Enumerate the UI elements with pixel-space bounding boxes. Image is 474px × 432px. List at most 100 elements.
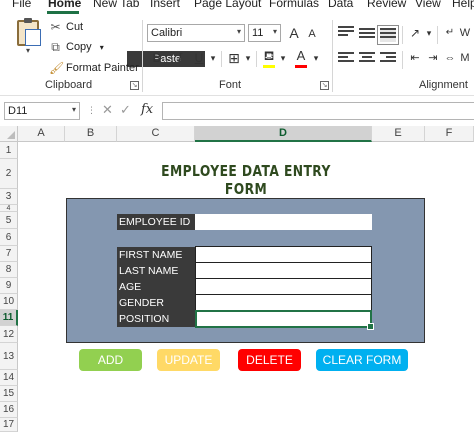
alignment-group-label: Alignment <box>419 79 468 91</box>
chevron-down-icon[interactable]: ▾ <box>278 49 288 67</box>
clear-form-button[interactable]: CLEAR FORM <box>316 349 408 371</box>
column-header-a[interactable]: A <box>18 126 65 142</box>
menu-file[interactable]: File <box>12 0 31 10</box>
menu-data[interactable]: Data <box>328 0 353 10</box>
row-header-1[interactable]: 1 <box>0 142 18 159</box>
align-top-icon[interactable] <box>338 26 354 40</box>
align-right-icon[interactable] <box>380 52 396 66</box>
age-field[interactable] <box>195 278 372 295</box>
row-header-7[interactable]: 7 <box>0 246 18 262</box>
wrap-text-label[interactable]: W <box>456 24 474 42</box>
menu-insert[interactable]: Insert <box>150 0 180 10</box>
clipboard-icon <box>17 18 41 46</box>
increase-indent-icon[interactable]: ⇥ <box>424 49 442 67</box>
row-header-6[interactable]: 6 <box>0 229 18 246</box>
copy-button[interactable]: ⧉ Copy ▾ <box>49 38 104 56</box>
grow-font-button[interactable]: A <box>285 24 303 42</box>
font-name-value: Calibri <box>151 27 183 39</box>
last-name-field[interactable] <box>195 262 372 279</box>
align-center-icon[interactable] <box>359 52 375 66</box>
row-header-10[interactable]: 10 <box>0 294 18 310</box>
enter-icon[interactable]: ✓ <box>120 102 131 118</box>
bold-button[interactable]: B <box>148 49 166 67</box>
font-name-select[interactable]: Calibri ▾ <box>147 24 245 42</box>
menu-bar: File Home New Tab Insert Page Layout For… <box>0 0 474 14</box>
row-header-16[interactable]: 16 <box>0 402 18 418</box>
row-header-15[interactable]: 15 <box>0 386 18 402</box>
delete-button[interactable]: DELETE <box>238 349 301 371</box>
font-color-button[interactable]: A <box>292 47 310 65</box>
row-header-4[interactable]: 4 <box>0 205 18 212</box>
gender-field[interactable] <box>195 294 372 311</box>
orientation-icon[interactable]: ↗ <box>406 24 424 42</box>
menu-formulas[interactable]: Formulas <box>269 0 319 10</box>
menu-review[interactable]: Review <box>367 0 406 10</box>
row-header-13[interactable]: 13 <box>0 343 18 370</box>
separator <box>402 51 403 69</box>
column-header-f[interactable]: F <box>425 126 474 142</box>
paste-button[interactable]: Paste ▾ <box>10 18 205 67</box>
group-separator <box>142 20 143 92</box>
update-button[interactable]: UPDATE <box>157 349 220 371</box>
name-box[interactable]: D11 ▾ <box>4 102 80 120</box>
dialog-launcher-icon[interactable]: ↘ <box>130 81 139 90</box>
align-bottom-icon[interactable] <box>377 25 399 45</box>
menu-page-layout[interactable]: Page Layout <box>194 0 261 10</box>
chevron-down-icon: ▾ <box>236 27 241 36</box>
chevron-down-icon[interactable]: ▾ <box>10 46 46 55</box>
row-header-11[interactable]: 11 <box>0 310 18 326</box>
first-name-label: FIRST NAME <box>117 247 195 263</box>
chevron-down-icon[interactable]: ▾ <box>424 24 434 42</box>
menu-home[interactable]: Home <box>48 0 81 10</box>
chevron-down-icon[interactable]: ▾ <box>100 43 104 52</box>
row-header-3[interactable]: 3 <box>0 189 18 205</box>
column-header-d[interactable]: D <box>195 126 372 142</box>
menu-new-tab[interactable]: New Tab <box>93 0 139 10</box>
italic-button[interactable]: I <box>171 49 189 67</box>
employee-id-field[interactable] <box>195 214 372 230</box>
age-label: AGE <box>117 279 195 295</box>
separator <box>437 26 438 44</box>
chevron-down-icon[interactable]: ▾ <box>311 49 321 67</box>
font-size-select[interactable]: 11 ▾ <box>248 24 281 42</box>
align-middle-icon[interactable] <box>359 28 375 42</box>
select-all-button[interactable] <box>0 126 18 142</box>
menu-help[interactable]: Help <box>452 0 474 10</box>
row-header-9[interactable]: 9 <box>0 278 18 294</box>
row-header-5[interactable]: 5 <box>0 212 18 229</box>
separator <box>402 26 403 44</box>
fill-color-icon[interactable]: ⛾ <box>260 47 278 65</box>
align-left-icon[interactable] <box>338 52 354 66</box>
decrease-indent-icon[interactable]: ⇤ <box>406 49 424 67</box>
menu-view[interactable]: View <box>415 0 441 10</box>
chevron-down-icon[interactable]: ▾ <box>208 49 218 67</box>
dialog-launcher-icon[interactable]: ↘ <box>320 81 329 90</box>
shrink-font-button[interactable]: A <box>303 25 321 43</box>
name-box-value: D11 <box>8 105 28 117</box>
fill-color-swatch <box>263 65 275 68</box>
formula-input[interactable] <box>162 102 474 120</box>
borders-icon[interactable]: ⊞ <box>225 49 243 67</box>
format-painter-button[interactable]: 🖌 Format Painter <box>49 59 139 77</box>
cancel-icon[interactable]: ✕ <box>102 102 113 118</box>
row-header-8[interactable]: 8 <box>0 262 18 278</box>
row-header-12[interactable]: 12 <box>0 326 18 343</box>
column-header-e[interactable]: E <box>372 126 425 142</box>
column-header-b[interactable]: B <box>65 126 117 142</box>
formula-bar: D11 ▾ ⋮ ✕ ✓ fx <box>0 97 474 123</box>
position-field[interactable] <box>195 310 374 330</box>
row-header-2[interactable]: 2 <box>0 159 18 189</box>
row-header-14[interactable]: 14 <box>0 370 18 386</box>
first-name-field[interactable] <box>195 246 372 263</box>
column-header-c[interactable]: C <box>117 126 195 142</box>
row-header-17[interactable]: 17 <box>0 418 18 432</box>
separator <box>221 51 222 67</box>
employee-id-label: EMPLOYEE ID <box>117 214 195 230</box>
underline-button[interactable]: U <box>190 49 208 67</box>
insert-function-icon[interactable]: fx <box>141 102 153 117</box>
gender-label: GENDER <box>117 295 195 311</box>
chevron-down-icon[interactable]: ▾ <box>243 49 253 67</box>
add-button[interactable]: ADD <box>79 349 142 371</box>
merge-center-label[interactable]: M <box>456 49 474 67</box>
cut-button[interactable]: ✂ Cut <box>49 18 83 36</box>
